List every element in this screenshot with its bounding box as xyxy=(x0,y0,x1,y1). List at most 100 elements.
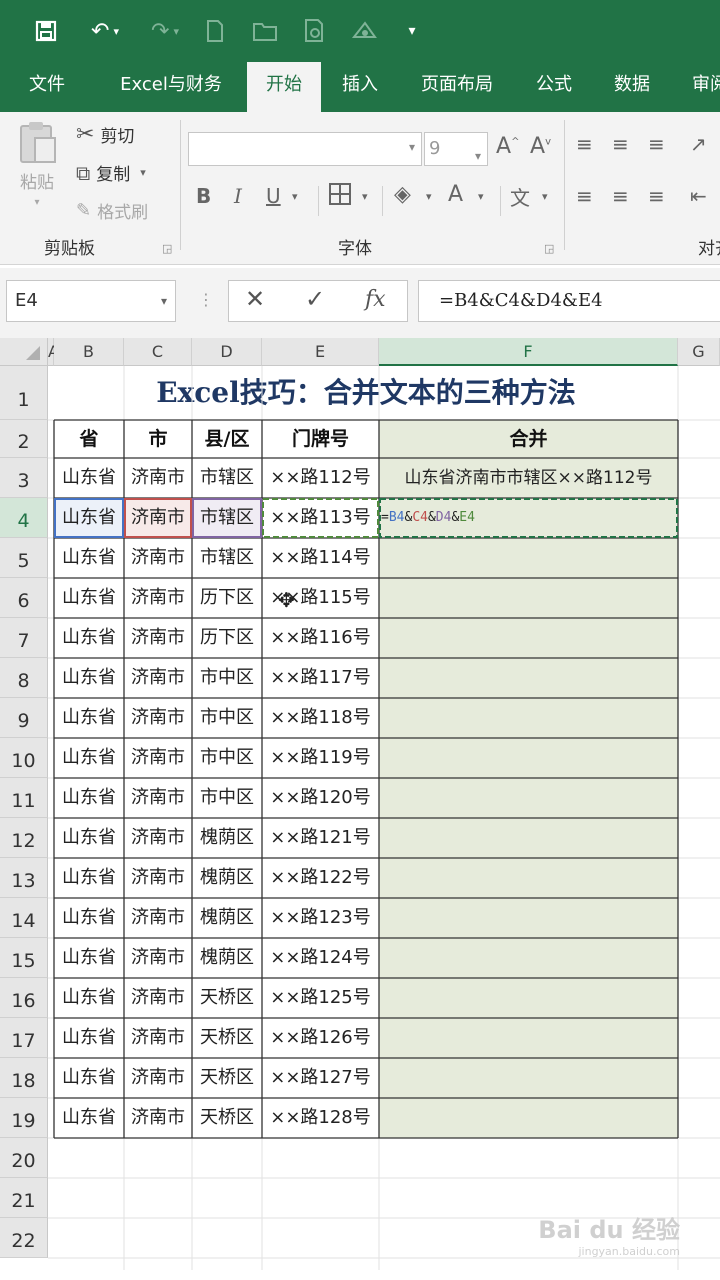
table-cell[interactable]: 山东省 xyxy=(54,978,124,1018)
new-file-icon[interactable] xyxy=(200,14,230,48)
row-header-15[interactable]: 15 xyxy=(0,938,48,978)
column-header-c[interactable]: C xyxy=(124,338,192,366)
column-header-d[interactable]: D xyxy=(192,338,262,366)
table-cell[interactable]: 天桥区 xyxy=(192,1098,262,1138)
align-left-icon[interactable]: ≡ xyxy=(576,184,593,208)
row-header-12[interactable]: 12 xyxy=(0,818,48,858)
italic-button[interactable]: I xyxy=(234,184,242,208)
column-header-b[interactable]: B xyxy=(54,338,124,366)
table-cell[interactable]: ××路127号 xyxy=(262,1058,379,1098)
row-header-2[interactable]: 2 xyxy=(0,420,48,458)
border-icon[interactable] xyxy=(328,182,352,212)
row-header-16[interactable]: 16 xyxy=(0,978,48,1018)
table-cell[interactable]: 山东省 xyxy=(54,1098,124,1138)
decrease-font-icon[interactable]: Av xyxy=(530,134,551,159)
table-cell[interactable] xyxy=(379,618,678,658)
table-cell[interactable]: ××路113号 xyxy=(262,498,379,538)
column-header-g[interactable]: G xyxy=(678,338,720,366)
table-cell[interactable]: 山东省 xyxy=(54,738,124,778)
table-cell[interactable]: 槐荫区 xyxy=(192,858,262,898)
cut-button[interactable]: ✂ 剪切 xyxy=(76,122,134,147)
font-launcher-icon[interactable]: ◲ xyxy=(544,242,554,255)
align-middle-icon[interactable]: ≡ xyxy=(612,132,629,156)
table-cell[interactable] xyxy=(379,738,678,778)
header-cell-2[interactable]: 县/区 xyxy=(192,420,262,458)
table-cell[interactable]: 山东省济南市市辖区××路112号 xyxy=(379,458,678,498)
bold-button[interactable]: B xyxy=(196,184,211,208)
cancel-icon[interactable]: ✕ xyxy=(245,285,265,313)
table-cell[interactable]: 山东省 xyxy=(54,698,124,738)
row-header-22[interactable]: 22 xyxy=(0,1218,48,1258)
border-dropdown-icon[interactable]: ▾ xyxy=(362,190,368,203)
row-header-1[interactable]: 1 xyxy=(0,366,48,420)
font-name-select[interactable]: ▾ xyxy=(188,132,422,166)
table-cell[interactable]: ××路114号 xyxy=(262,538,379,578)
table-cell[interactable]: 山东省 xyxy=(54,658,124,698)
font-size-select[interactable]: 9 ▾ xyxy=(424,132,488,166)
table-cell[interactable]: 市辖区 xyxy=(192,538,262,578)
table-cell[interactable]: 济南市 xyxy=(124,858,192,898)
table-cell[interactable]: 天桥区 xyxy=(192,1058,262,1098)
table-cell[interactable]: 市中区 xyxy=(192,738,262,778)
row-header-17[interactable]: 17 xyxy=(0,1018,48,1058)
table-cell[interactable]: 市中区 xyxy=(192,698,262,738)
customize-toolbar-icon[interactable]: ▾ xyxy=(400,14,424,48)
table-cell[interactable]: 历下区 xyxy=(192,578,262,618)
sheet-title[interactable]: Excel技巧：合并文本的三种方法 xyxy=(54,366,678,420)
row-header-6[interactable]: 6 xyxy=(0,578,48,618)
paste-button[interactable]: 粘贴 ▾ xyxy=(14,120,60,208)
increase-font-icon[interactable]: A^ xyxy=(496,134,519,159)
underline-dropdown-icon[interactable]: ▾ xyxy=(292,190,298,203)
row-header-14[interactable]: 14 xyxy=(0,898,48,938)
table-cell[interactable]: 历下区 xyxy=(192,618,262,658)
table-cell[interactable]: 济南市 xyxy=(124,458,192,498)
table-cell[interactable]: 槐荫区 xyxy=(192,938,262,978)
table-cell[interactable]: 山东省 xyxy=(54,498,124,538)
table-cell[interactable]: ××路120号 xyxy=(262,778,379,818)
tab-data[interactable]: 数据 xyxy=(602,62,662,112)
table-cell[interactable]: 济南市 xyxy=(124,658,192,698)
table-cell[interactable] xyxy=(379,938,678,978)
table-cell[interactable]: 济南市 xyxy=(124,698,192,738)
table-cell[interactable]: 山东省 xyxy=(54,458,124,498)
row-header-7[interactable]: 7 xyxy=(0,618,48,658)
table-cell[interactable]: 济南市 xyxy=(124,1098,192,1138)
row-header-4[interactable]: 4 xyxy=(0,498,48,538)
tab-excel-finance[interactable]: Excel与财务 xyxy=(106,62,236,112)
table-cell[interactable]: 市辖区 xyxy=(192,498,262,538)
table-cell[interactable]: 山东省 xyxy=(54,778,124,818)
row-header-3[interactable]: 3 xyxy=(0,458,48,498)
table-cell[interactable]: 山东省 xyxy=(54,858,124,898)
table-cell[interactable] xyxy=(379,658,678,698)
table-cell[interactable]: 天桥区 xyxy=(192,978,262,1018)
open-folder-icon[interactable] xyxy=(250,14,280,48)
table-cell[interactable] xyxy=(379,1058,678,1098)
table-cell[interactable]: 济南市 xyxy=(124,778,192,818)
table-cell[interactable]: 济南市 xyxy=(124,618,192,658)
row-header-10[interactable]: 10 xyxy=(0,738,48,778)
header-cell-4[interactable]: 合并 xyxy=(379,420,678,458)
table-cell[interactable] xyxy=(379,538,678,578)
table-cell[interactable]: 山东省 xyxy=(54,578,124,618)
table-cell[interactable]: 山东省 xyxy=(54,938,124,978)
table-cell[interactable] xyxy=(379,858,678,898)
table-cell[interactable] xyxy=(379,1018,678,1058)
name-box-dropdown-icon[interactable]: ▾ xyxy=(161,281,167,321)
table-cell[interactable] xyxy=(379,978,678,1018)
row-header-18[interactable]: 18 xyxy=(0,1058,48,1098)
table-cell[interactable]: 济南市 xyxy=(124,1058,192,1098)
formula-bar-grip-icon[interactable]: ⋮ xyxy=(198,290,214,309)
tab-formulas[interactable]: 公式 xyxy=(524,62,584,112)
table-cell[interactable]: ××路122号 xyxy=(262,858,379,898)
undo-icon[interactable]: ↶ ▾ xyxy=(80,14,130,48)
table-cell[interactable]: 济南市 xyxy=(124,898,192,938)
insert-function-icon[interactable]: fx xyxy=(365,287,386,312)
tab-insert[interactable]: 插入 xyxy=(330,62,390,112)
table-cell[interactable]: ××路123号 xyxy=(262,898,379,938)
font-color-dropdown-icon[interactable]: ▾ xyxy=(478,190,484,203)
header-cell-1[interactable]: 市 xyxy=(124,420,192,458)
table-cell[interactable]: 山东省 xyxy=(54,538,124,578)
align-bottom-icon[interactable]: ≡ xyxy=(648,132,665,156)
table-cell[interactable]: ××路128号 xyxy=(262,1098,379,1138)
table-cell[interactable]: 济南市 xyxy=(124,818,192,858)
